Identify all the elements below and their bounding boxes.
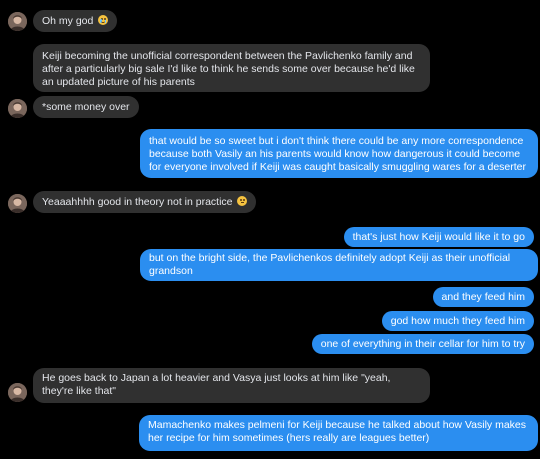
incoming-message[interactable]: He goes back to Japan a lot heavier and … [33, 368, 430, 403]
outgoing-message[interactable]: and they feed him [432, 287, 534, 307]
message-text: *some money over [42, 101, 130, 113]
outgoing-message[interactable]: that would be so sweet but i don't think… [140, 129, 538, 178]
sender-avatar[interactable] [8, 383, 27, 402]
incoming-message[interactable]: Yeaaahhhh good in theory not in practice [33, 191, 257, 213]
sweat-smile-face-icon [237, 196, 248, 206]
incoming-message[interactable]: Keiji becoming the unofficial correspond… [33, 44, 430, 92]
message-text: that would be so sweet but i don't think… [149, 135, 527, 173]
incoming-message[interactable]: *some money over [33, 96, 139, 118]
message-text: god how much they feed him [390, 315, 525, 327]
message-text: He goes back to Japan a lot heavier and … [42, 372, 391, 397]
crying-face-icon [98, 15, 109, 25]
outgoing-message[interactable]: that's just how Keiji would like it to g… [343, 227, 534, 247]
message-text: Mamachenko makes pelmeni for Keiji becau… [148, 419, 526, 444]
message-text: one of everything in their cellar for hi… [320, 338, 525, 350]
outgoing-message[interactable]: but on the bright side, the Pavlichenkos… [140, 249, 538, 281]
message-text: Oh my god [42, 15, 94, 27]
sender-avatar[interactable] [8, 12, 27, 31]
sender-avatar[interactable] [8, 99, 27, 118]
outgoing-message[interactable]: Mamachenko makes pelmeni for Keiji becau… [139, 415, 538, 451]
incoming-message[interactable]: Oh my god [33, 10, 118, 32]
outgoing-message[interactable]: god how much they feed him [381, 311, 534, 331]
message-text: but on the bright side, the Pavlichenkos… [149, 252, 511, 277]
message-text: Keiji becoming the unofficial correspond… [42, 50, 415, 88]
sender-avatar[interactable] [8, 194, 27, 213]
outgoing-message[interactable]: one of everything in their cellar for hi… [311, 334, 534, 354]
message-text: that's just how Keiji would like it to g… [352, 231, 525, 243]
message-text: and they feed him [441, 291, 525, 303]
message-text: Yeaaahhhh good in theory not in practice [42, 196, 233, 208]
